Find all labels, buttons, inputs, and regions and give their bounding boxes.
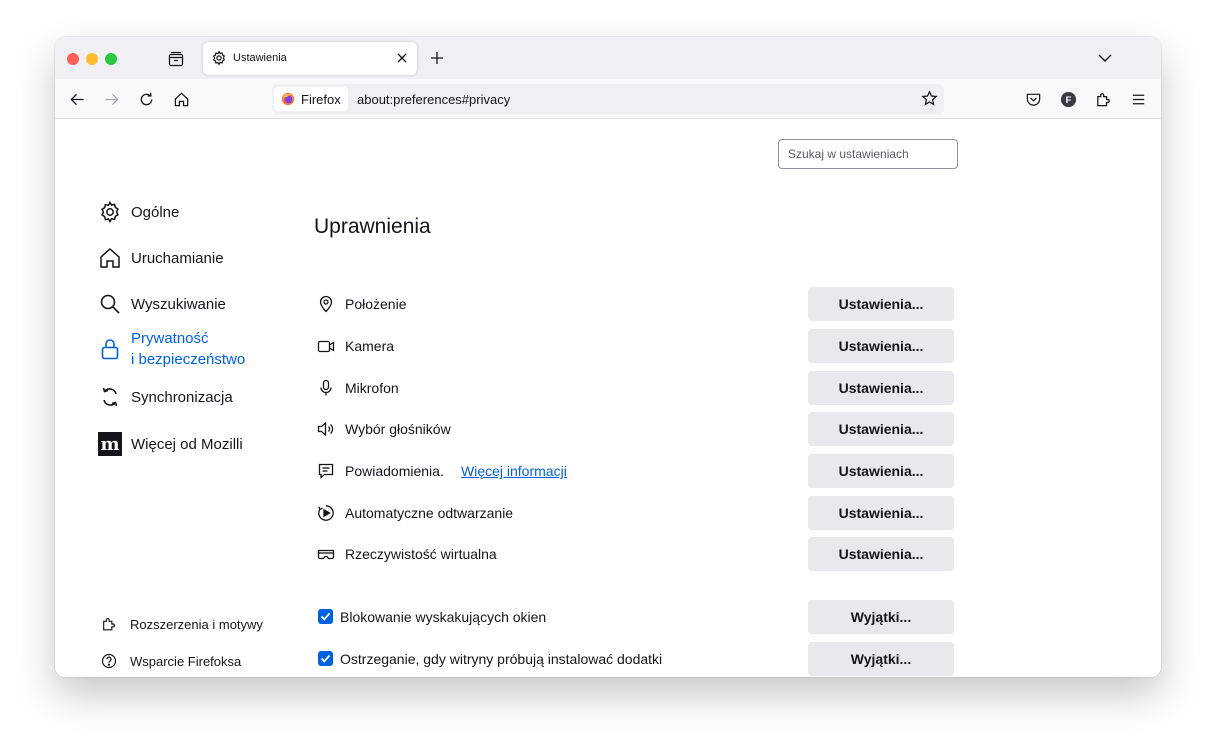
autoplay-icon [318, 505, 334, 521]
window-maximize-button[interactable] [105, 53, 117, 65]
section-heading: Uprawnienia [314, 215, 431, 238]
identity-label: Firefox [301, 92, 341, 107]
extensions-icon[interactable] [1095, 91, 1112, 108]
sidebar-item-label: Synchronizacja [131, 388, 233, 406]
home-icon [100, 247, 120, 268]
autoplay-settings-button[interactable]: Ustawienia... [808, 496, 954, 530]
sidebar-item-label: Prywatność i bezpieczeństwo [131, 328, 245, 370]
permission-row-location: Położenie Ustawienia... [317, 287, 957, 321]
firefox-view-icon[interactable] [167, 50, 185, 68]
search-icon [100, 294, 120, 314]
forward-icon[interactable] [103, 91, 120, 108]
gear-icon [212, 50, 226, 66]
sidebar-footer-label: Wsparcie Firefoksa [130, 653, 242, 669]
permission-row-autoplay: Automatyczne odtwarzanie Ustawienia... [317, 496, 957, 530]
checkbox-label[interactable]: Blokowanie wyskakujących okien [340, 609, 546, 625]
window-close-button[interactable] [67, 53, 79, 65]
extensions-icon [103, 618, 115, 631]
svg-text:m: m [100, 434, 119, 455]
permission-row-microphone: Mikrofon Ustawienia... [317, 371, 957, 405]
sidebar-item-search[interactable]: Wyszukiwanie [98, 292, 226, 316]
permission-label: Mikrofon [345, 380, 399, 396]
microphone-settings-button[interactable]: Ustawienia... [808, 371, 954, 405]
url-text[interactable]: about:preferences#privacy [357, 92, 510, 107]
sidebar-item-home[interactable]: Uruchamianie [98, 246, 224, 270]
tab-strip: Ustawienia [55, 37, 1161, 79]
identity-box[interactable]: Firefox [274, 87, 348, 111]
learn-more-link[interactable]: Więcej informacji [461, 463, 567, 479]
mozilla-icon: m [98, 432, 122, 456]
addon-exceptions-button[interactable]: Wyjątki... [808, 642, 954, 676]
checkmark-icon [320, 612, 331, 621]
browser-window: Ustawienia Firefox about:preferences#pri… [55, 37, 1161, 677]
location-settings-button[interactable]: Ustawienia... [808, 287, 954, 321]
permission-label: Automatyczne odtwarzanie [345, 505, 514, 521]
vr-settings-button[interactable]: Ustawienia... [808, 537, 954, 571]
sidebar-item-label: Więcej od Mozilli [131, 435, 243, 453]
account-avatar-icon[interactable]: F [1060, 91, 1077, 108]
window-minimize-button[interactable] [86, 53, 98, 65]
popup-exceptions-button[interactable]: Wyjątki... [808, 600, 954, 634]
sidebar-item-more-from-mozilla[interactable]: m Więcej od Mozilli [98, 432, 243, 456]
sidebar-item-label: Uruchamianie [131, 249, 224, 267]
lock-icon [101, 339, 119, 360]
sidebar-footer-support[interactable]: Wsparcie Firefoksa [101, 653, 241, 669]
gear-icon [101, 201, 119, 223]
addon-install-warning-row: Ostrzeganie, gdy witryny próbują instalo… [317, 642, 957, 676]
speaker-settings-button[interactable]: Ustawienia... [808, 412, 954, 446]
checkmark-icon [320, 654, 331, 663]
firefox-logo-icon [281, 92, 295, 106]
sidebar-item-privacy[interactable]: Prywatność i bezpieczeństwo [98, 328, 245, 370]
sidebar-item-sync[interactable]: Synchronizacja [98, 385, 233, 409]
sidebar-item-label-line2: i bezpieczeństwo [131, 351, 246, 368]
permission-label: Powiadomienia. [345, 463, 444, 479]
sidebar-item-label-line1: Prywatność [131, 330, 209, 347]
camera-icon [317, 340, 335, 353]
sidebar-item-general[interactable]: Ogólne [98, 200, 179, 224]
chevron-down-icon[interactable] [1097, 51, 1113, 65]
permission-row-speaker: Wybór głośników Ustawienia... [317, 412, 957, 446]
notification-icon [318, 463, 334, 479]
menu-icon[interactable] [1130, 91, 1147, 108]
permission-label: Położenie [345, 296, 407, 312]
camera-settings-button[interactable]: Ustawienia... [808, 329, 954, 363]
notifications-settings-button[interactable]: Ustawienia... [808, 454, 954, 488]
reload-icon[interactable] [138, 91, 155, 108]
help-icon [101, 653, 117, 669]
permission-row-vr: Rzeczywistość wirtualna Ustawienia... [317, 537, 957, 571]
sidebar-footer-extensions[interactable]: Rozszerzenia i motywy [101, 616, 263, 632]
sidebar-item-label: Ogólne [131, 203, 180, 221]
popup-blocking-checkbox[interactable] [318, 609, 333, 624]
tab-settings[interactable]: Ustawienia [203, 42, 417, 75]
checkbox-label[interactable]: Ostrzeganie, gdy witryny próbują instalo… [340, 651, 662, 667]
permission-row-camera: Kamera Ustawienia... [317, 329, 957, 363]
popup-blocking-row: Blokowanie wyskakujących okien Wyjątki..… [317, 600, 957, 634]
microphone-icon [320, 379, 332, 396]
addon-install-warning-checkbox[interactable] [318, 651, 333, 666]
preferences-page: Ogólne Uruchamianie Wyszukiwanie Prywatn… [55, 120, 1161, 677]
sidebar-item-label: Wyszukiwanie [131, 295, 226, 313]
svg-text:F: F [1066, 95, 1072, 106]
url-bar[interactable]: Firefox about:preferences#privacy [272, 84, 944, 114]
back-icon[interactable] [69, 91, 86, 108]
sync-icon [102, 387, 118, 407]
permission-label: Kamera [345, 338, 395, 354]
permission-row-notifications: Powiadomienia. Więcej informacji Ustawie… [317, 454, 957, 488]
navigation-toolbar: Firefox about:preferences#privacy F [55, 79, 1161, 119]
tab-title: Ustawienia [233, 52, 287, 64]
vr-icon [317, 549, 335, 560]
home-icon[interactable] [173, 91, 190, 108]
permission-label: Wybór głośników [345, 421, 451, 437]
pocket-icon[interactable] [1025, 91, 1042, 108]
location-icon [319, 295, 333, 313]
new-tab-icon[interactable] [429, 50, 445, 66]
speaker-icon [317, 421, 334, 437]
permission-label: Rzeczywistość wirtualna [345, 546, 497, 562]
search-input[interactable] [778, 139, 958, 169]
sidebar-footer-label: Rozszerzenia i motywy [130, 616, 263, 632]
bookmark-star-icon[interactable] [921, 90, 938, 107]
close-icon[interactable] [395, 51, 409, 65]
